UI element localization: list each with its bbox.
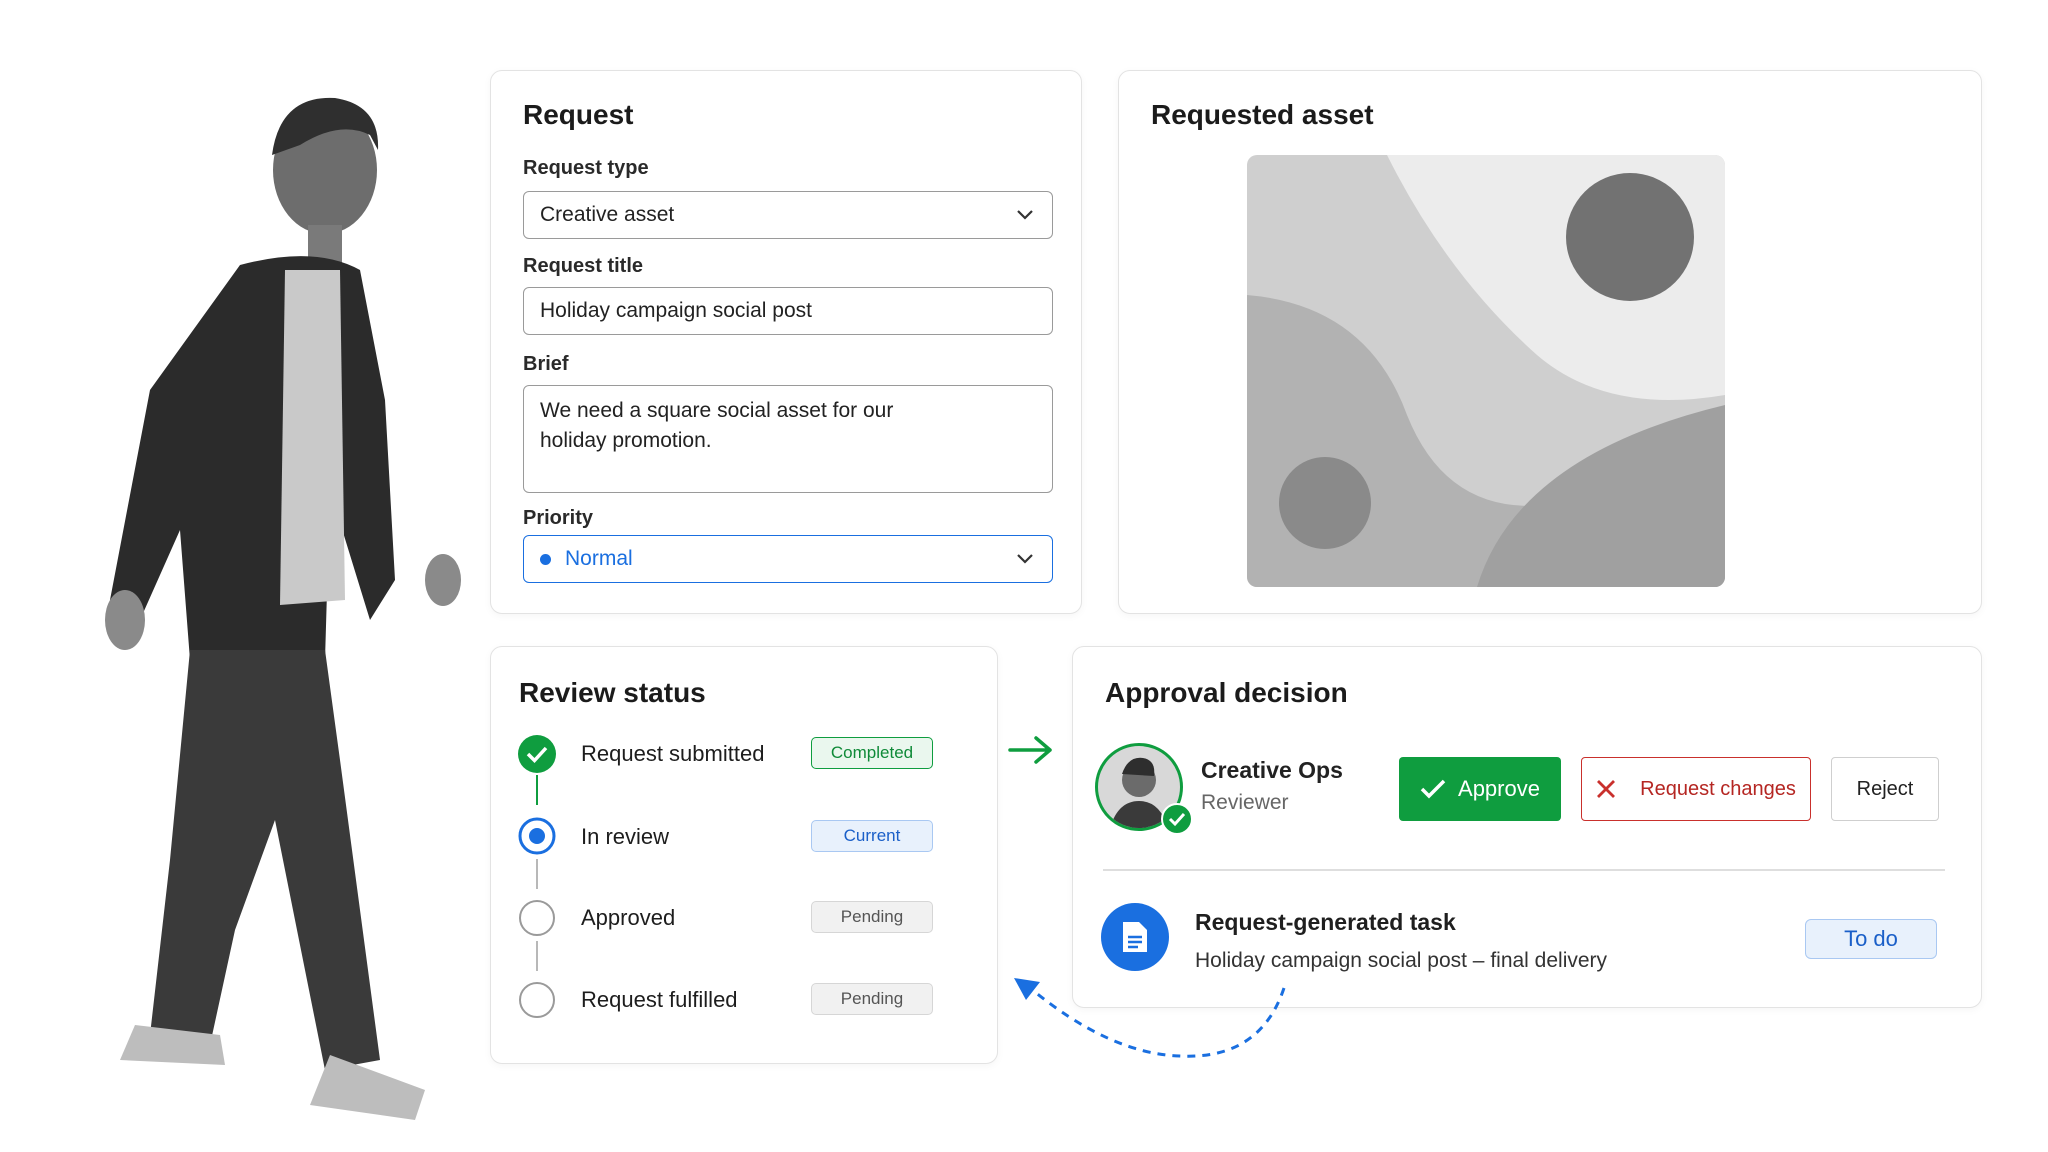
priority-value: Normal xyxy=(565,547,633,570)
check-icon xyxy=(1420,779,1446,799)
approval-decision-title: Approval decision xyxy=(1105,677,1348,708)
priority-dot xyxy=(540,553,551,565)
reviewer-name: Creative Ops xyxy=(1201,757,1343,783)
request-type-select[interactable]: Creative asset xyxy=(523,191,1053,239)
status-badge: Pending xyxy=(811,983,933,1015)
step-connector xyxy=(536,775,538,805)
task-icon-circle xyxy=(1101,903,1169,971)
divider xyxy=(1103,869,1945,871)
step-label: Request submitted xyxy=(581,741,765,766)
request-title-label: Request title xyxy=(523,255,644,277)
request-type-value: Creative asset xyxy=(540,203,675,226)
verified-check-icon xyxy=(1161,803,1193,835)
brief-label: Brief xyxy=(523,353,569,375)
request-title-input[interactable]: Holiday campaign social post xyxy=(523,287,1053,335)
reject-button-label: Reject xyxy=(1856,777,1914,800)
request-title-value: Holiday campaign social post xyxy=(540,299,812,322)
chevron-down-icon xyxy=(1017,210,1033,220)
task-status-badge: To do xyxy=(1805,919,1937,959)
asset-card-title: Requested asset xyxy=(1151,99,1374,130)
priority-label: Priority xyxy=(523,507,594,529)
person-illustration xyxy=(105,97,461,1120)
review-status-title: Review status xyxy=(519,677,706,708)
dashed-return-arrow xyxy=(1014,978,1286,1058)
status-badge: Pending xyxy=(811,901,933,933)
brief-textarea[interactable]: We need a square social asset for our ho… xyxy=(523,385,1053,493)
step-connector xyxy=(536,941,538,971)
radio-current-icon xyxy=(518,817,556,855)
chevron-down-icon xyxy=(1017,554,1033,564)
document-icon xyxy=(1123,922,1147,952)
task-title: Request-generated task xyxy=(1195,909,1456,935)
check-circle-icon xyxy=(518,735,556,773)
step-label: In review xyxy=(581,824,670,849)
review-status-card: Review status Request submitted Complete… xyxy=(490,646,998,1064)
arrow-right-icon xyxy=(1008,736,1052,764)
asset-preview-image xyxy=(1247,155,1725,587)
asset-card: Requested asset xyxy=(1118,70,1982,614)
request-type-label: Request type xyxy=(523,157,649,179)
step-label: Approved xyxy=(581,905,676,930)
step-connector xyxy=(536,859,538,889)
request-card-title: Request xyxy=(523,99,634,130)
reviewer-role: Reviewer xyxy=(1201,791,1289,814)
request-changes-button-label: Request changes xyxy=(1640,777,1796,800)
approve-button[interactable]: Approve xyxy=(1399,757,1561,821)
radio-empty-icon xyxy=(519,900,555,936)
brief-value: We need a square social asset for our ho… xyxy=(540,399,894,452)
priority-select[interactable]: Normal xyxy=(523,535,1053,583)
close-icon xyxy=(1597,780,1616,798)
reject-button[interactable]: Reject xyxy=(1831,757,1939,821)
status-badge: Current xyxy=(811,820,933,852)
approve-button-label: Approve xyxy=(1458,776,1540,801)
step-label: Request fulfilled xyxy=(581,987,738,1012)
radio-empty-icon xyxy=(519,982,555,1018)
status-badge: Completed xyxy=(811,737,933,769)
approval-decision-card: Approval decision Creative Ops Reviewer … xyxy=(1072,646,1982,1008)
request-card: Request Request type Creative asset Requ… xyxy=(490,70,1082,614)
request-changes-button[interactable]: Request changes xyxy=(1581,757,1811,821)
